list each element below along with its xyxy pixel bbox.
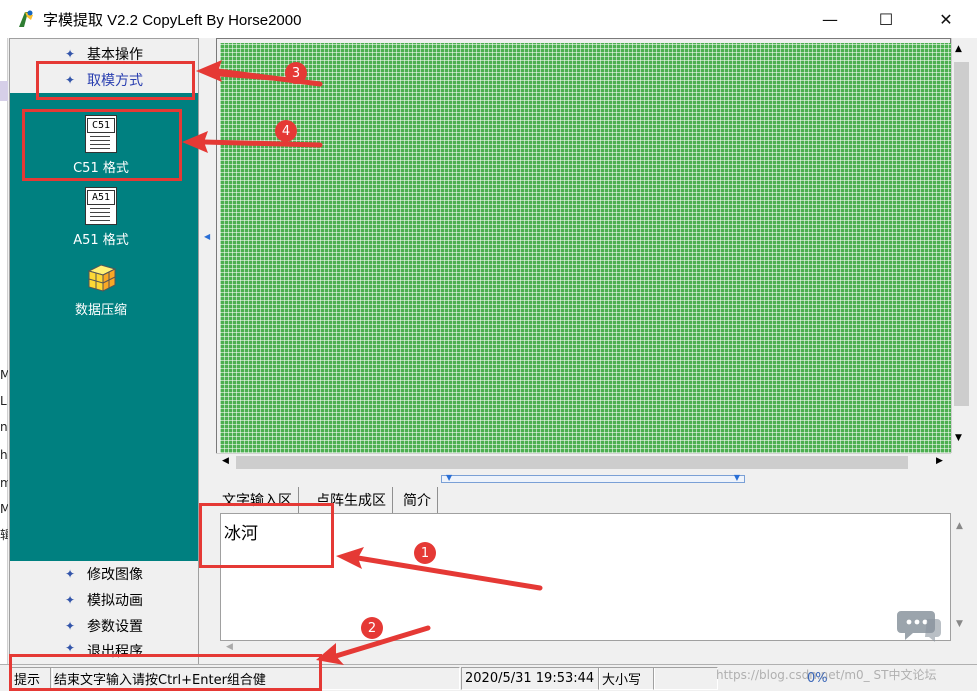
- scroll-right-icon[interactable]: ▶: [936, 456, 943, 466]
- background-fragment: n: [0, 420, 8, 434]
- maximize-button[interactable]: ☐: [858, 0, 914, 38]
- a51-format-button[interactable]: A51 A51 格式: [51, 187, 151, 248]
- background-fragment: M: [0, 368, 8, 382]
- diamond-icon: ✦: [64, 567, 76, 581]
- horizontal-splitter[interactable]: ▼ ▼: [441, 473, 745, 483]
- annotation-box-2: [9, 654, 322, 691]
- app-icon: [16, 9, 36, 29]
- annotation-box-1: [199, 503, 334, 568]
- nav-section-label: 模拟动画: [87, 593, 144, 609]
- a51-format-label: A51 格式: [73, 233, 129, 248]
- data-compress-button[interactable]: 数据压缩: [51, 259, 151, 318]
- background-fragment: m: [0, 476, 8, 490]
- chat-bubble-icon: [897, 607, 943, 643]
- annotation-badge-4: 4: [275, 120, 297, 142]
- annotation-badge-1: 1: [414, 542, 436, 564]
- status-datetime: 2020/5/31 19:53:44: [461, 667, 600, 690]
- annotation-badge-3: 3: [285, 62, 307, 84]
- annotation-badge-2: 2: [361, 617, 383, 639]
- grid-horizontal-scroll-thumb[interactable]: [236, 456, 908, 469]
- nav-section-label: 参数设置: [87, 619, 144, 635]
- annotation-box-4: [22, 109, 182, 181]
- background-window-band: [0, 81, 8, 101]
- expand-down-icon: ▼: [733, 473, 740, 482]
- nav-section-parameter-settings[interactable]: ✦ 参数设置: [10, 613, 198, 640]
- close-icon: ✕: [939, 9, 953, 29]
- nav-section-simulate-animation[interactable]: ✦ 模拟动画: [10, 587, 198, 614]
- status-blank-cell: [653, 667, 718, 690]
- a51-document-icon: A51: [85, 187, 117, 225]
- grid-vertical-scroll-thumb[interactable]: [954, 62, 969, 406]
- scroll-down-icon[interactable]: ▼: [955, 433, 962, 443]
- annotation-box-3: [36, 61, 195, 100]
- background-fragment: L: [0, 394, 7, 408]
- diamond-icon: ✦: [64, 593, 76, 607]
- collapse-left-icon[interactable]: ◀: [204, 232, 210, 241]
- scroll-left-icon[interactable]: ◀: [222, 456, 229, 466]
- diamond-icon: ✦: [64, 641, 76, 655]
- dot-matrix-grid[interactable]: [220, 43, 951, 453]
- scroll-up-icon[interactable]: ▲: [956, 521, 963, 531]
- nav-section-edit-image[interactable]: ✦ 修改图像: [10, 561, 198, 588]
- tab-introduction[interactable]: 简介: [397, 487, 438, 513]
- scroll-down-icon[interactable]: ▼: [956, 619, 963, 629]
- scroll-left-icon[interactable]: ◀: [226, 642, 233, 652]
- close-button[interactable]: ✕: [918, 0, 974, 38]
- vertical-splitter[interactable]: [200, 38, 216, 664]
- scroll-up-icon[interactable]: ▲: [955, 44, 962, 54]
- maximize-icon: ☐: [878, 9, 894, 29]
- compress-cube-icon: [83, 259, 119, 295]
- diamond-icon: ✦: [64, 619, 76, 633]
- text-vertical-scrollbar[interactable]: ▲ ▼: [951, 513, 971, 641]
- minimize-button[interactable]: —: [802, 0, 858, 38]
- background-fragment: 辑: [0, 528, 8, 542]
- background-fragment: M: [0, 502, 8, 516]
- nav-section-label: 修改图像: [87, 567, 144, 583]
- text-horizontal-scrollbar[interactable]: ◀: [220, 641, 951, 655]
- status-percent: 0%: [807, 671, 828, 686]
- status-caps: 大小写: [598, 667, 655, 690]
- window-title: 字模提取 V2.2 CopyLeft By Horse2000: [43, 12, 302, 29]
- expand-down-icon: ▼: [446, 473, 453, 482]
- minimize-icon: —: [822, 9, 838, 29]
- diamond-icon: ✦: [64, 47, 76, 61]
- background-window-sliver: M L n h m M 辑: [0, 38, 8, 664]
- background-fragment: h: [0, 448, 8, 462]
- data-compress-label: 数据压缩: [74, 303, 127, 318]
